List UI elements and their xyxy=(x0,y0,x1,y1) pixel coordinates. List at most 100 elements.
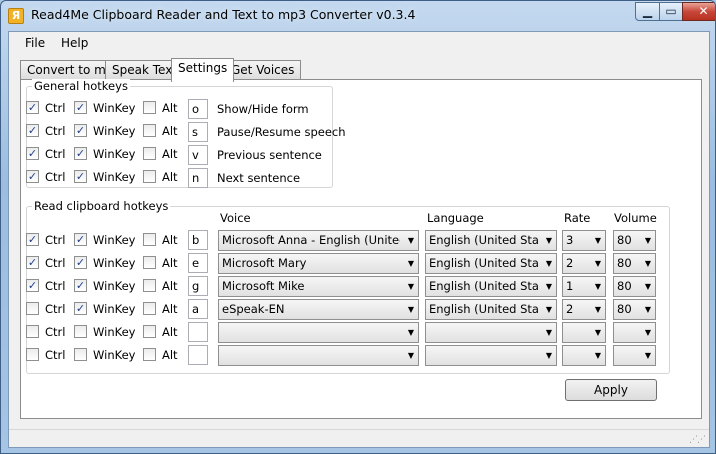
general-alt-checkbox[interactable] xyxy=(143,170,156,183)
clipboard-winkey-label: WinKey xyxy=(93,325,136,339)
general-winkey-checkbox[interactable]: ✓ xyxy=(74,170,87,183)
close-button[interactable]: ✕ xyxy=(682,2,715,21)
voice-dropdown-value: Microsoft Mary xyxy=(222,256,307,270)
minimize-button[interactable]: ▁ xyxy=(635,2,660,21)
tab-settings[interactable]: Settings xyxy=(171,58,235,82)
volume-dropdown[interactable]: ▼ xyxy=(613,345,656,366)
general-alt-checkbox[interactable] xyxy=(143,124,156,137)
general-ctrl-checkbox[interactable]: ✓ xyxy=(26,147,39,160)
language-dropdown[interactable]: ▼ xyxy=(425,345,557,366)
chevron-down-icon: ▼ xyxy=(545,328,552,337)
clipboard-ctrl-checkbox[interactable] xyxy=(26,302,39,315)
clipboard-hotkey-input[interactable] xyxy=(188,322,208,342)
general-hotkeys-legend: General hotkeys xyxy=(32,79,130,93)
clipboard-hotkey-input[interactable]: b xyxy=(188,230,208,250)
chevron-down-icon: ▼ xyxy=(545,351,552,360)
clipboard-alt-checkbox[interactable] xyxy=(143,279,156,292)
clipboard-hotkeys-legend: Read clipboard hotkeys xyxy=(32,199,171,213)
clipboard-winkey-checkbox[interactable]: ✓ xyxy=(74,279,87,292)
clipboard-alt-checkbox[interactable] xyxy=(143,348,156,361)
clipboard-winkey-checkbox[interactable]: ✓ xyxy=(74,233,87,246)
general-hotkey-action-label: Previous sentence xyxy=(217,148,322,162)
clipboard-ctrl-label: Ctrl xyxy=(45,256,66,270)
general-ctrl-checkbox[interactable]: ✓ xyxy=(26,170,39,183)
general-hotkey-input[interactable]: n xyxy=(188,168,208,188)
title-bar[interactable]: Я Read4Me Clipboard Reader and Text to m… xyxy=(1,1,715,31)
general-ctrl-checkbox[interactable]: ✓ xyxy=(26,124,39,137)
language-dropdown[interactable]: ▼ xyxy=(425,322,557,343)
voice-dropdown-value: eSpeak-EN xyxy=(222,302,285,316)
clipboard-hotkey-input[interactable]: e xyxy=(188,253,208,273)
voice-dropdown[interactable]: ▼ xyxy=(218,322,419,343)
general-alt-checkbox[interactable] xyxy=(143,101,156,114)
language-dropdown[interactable]: English (United States) ▼ xyxy=(425,230,557,251)
menu-help[interactable]: Help xyxy=(61,36,88,50)
chevron-down-icon: ▼ xyxy=(545,259,552,268)
clipboard-ctrl-checkbox[interactable] xyxy=(26,348,39,361)
rate-dropdown[interactable]: 2 ▼ xyxy=(562,299,606,320)
volume-dropdown[interactable]: 80 ▼ xyxy=(613,230,656,251)
general-winkey-label: WinKey xyxy=(93,147,136,161)
clipboard-hotkey-input[interactable]: g xyxy=(188,276,208,296)
volume-dropdown[interactable]: 80 ▼ xyxy=(613,299,656,320)
clipboard-ctrl-checkbox[interactable]: ✓ xyxy=(26,233,39,246)
clipboard-alt-checkbox[interactable] xyxy=(143,233,156,246)
voice-dropdown[interactable]: Microsoft Mary ▼ xyxy=(218,253,419,274)
tab-get-voices[interactable]: Get Voices xyxy=(224,60,302,80)
general-alt-label: Alt xyxy=(162,101,178,115)
volume-dropdown[interactable]: 80 ▼ xyxy=(613,276,656,297)
clipboard-ctrl-checkbox[interactable] xyxy=(26,325,39,338)
voice-column-header: Voice xyxy=(220,211,251,225)
voice-dropdown[interactable]: ▼ xyxy=(218,345,419,366)
language-dropdown[interactable]: English (United States) ▼ xyxy=(425,299,557,320)
language-dropdown-value: English (United States) xyxy=(429,256,538,270)
clipboard-winkey-checkbox[interactable]: ✓ xyxy=(74,302,87,315)
general-winkey-checkbox[interactable]: ✓ xyxy=(74,101,87,114)
clipboard-hotkey-input[interactable] xyxy=(188,345,208,365)
general-winkey-checkbox[interactable]: ✓ xyxy=(74,147,87,160)
menu-file[interactable]: File xyxy=(25,36,45,50)
general-hotkey-input[interactable]: o xyxy=(188,99,208,119)
general-ctrl-checkbox[interactable]: ✓ xyxy=(26,101,39,114)
general-hotkey-input[interactable]: v xyxy=(188,145,208,165)
voice-dropdown[interactable]: eSpeak-EN ▼ xyxy=(218,299,419,320)
general-alt-checkbox[interactable] xyxy=(143,147,156,160)
resize-grip-icon[interactable]: ⋰⋰ xyxy=(689,435,706,445)
clipboard-winkey-checkbox[interactable] xyxy=(74,325,87,338)
clipboard-hotkey-input[interactable]: a xyxy=(188,299,208,319)
clipboard-ctrl-checkbox[interactable]: ✓ xyxy=(26,256,39,269)
voice-dropdown[interactable]: Microsoft Anna - English (United States)… xyxy=(218,230,419,251)
clipboard-alt-label: Alt xyxy=(162,279,178,293)
chevron-down-icon: ▼ xyxy=(594,328,601,337)
clipboard-alt-label: Alt xyxy=(162,256,178,270)
rate-dropdown[interactable]: ▼ xyxy=(562,345,606,366)
apply-button[interactable]: Apply xyxy=(565,379,657,401)
clipboard-alt-label: Alt xyxy=(162,233,178,247)
clipboard-alt-checkbox[interactable] xyxy=(143,325,156,338)
clipboard-winkey-checkbox[interactable] xyxy=(74,348,87,361)
volume-dropdown[interactable]: 80 ▼ xyxy=(613,253,656,274)
clipboard-alt-checkbox[interactable] xyxy=(143,256,156,269)
rate-dropdown[interactable]: ▼ xyxy=(562,322,606,343)
clipboard-alt-checkbox[interactable] xyxy=(143,302,156,315)
rate-dropdown[interactable]: 3 ▼ xyxy=(562,230,606,251)
app-icon[interactable]: Я xyxy=(8,8,24,24)
rate-dropdown[interactable]: 2 ▼ xyxy=(562,253,606,274)
volume-column-header: Volume xyxy=(614,211,657,225)
chevron-down-icon: ▼ xyxy=(407,282,414,291)
general-ctrl-label: Ctrl xyxy=(45,147,66,161)
volume-dropdown[interactable]: ▼ xyxy=(613,322,656,343)
language-dropdown[interactable]: English (United States) ▼ xyxy=(425,276,557,297)
clipboard-winkey-checkbox[interactable]: ✓ xyxy=(74,256,87,269)
rate-dropdown-value: 2 xyxy=(566,256,574,270)
voice-dropdown[interactable]: Microsoft Mike ▼ xyxy=(218,276,419,297)
client-area: File Help Convert to mp3 Speak Text Sett… xyxy=(8,31,710,448)
volume-dropdown-value: 80 xyxy=(617,279,632,293)
rate-dropdown[interactable]: 1 ▼ xyxy=(562,276,606,297)
maximize-button[interactable]: ▭ xyxy=(659,2,683,21)
general-ctrl-label: Ctrl xyxy=(45,124,66,138)
language-dropdown[interactable]: English (United States) ▼ xyxy=(425,253,557,274)
general-hotkey-input[interactable]: s xyxy=(188,122,208,142)
clipboard-ctrl-checkbox[interactable]: ✓ xyxy=(26,279,39,292)
general-winkey-checkbox[interactable]: ✓ xyxy=(74,124,87,137)
